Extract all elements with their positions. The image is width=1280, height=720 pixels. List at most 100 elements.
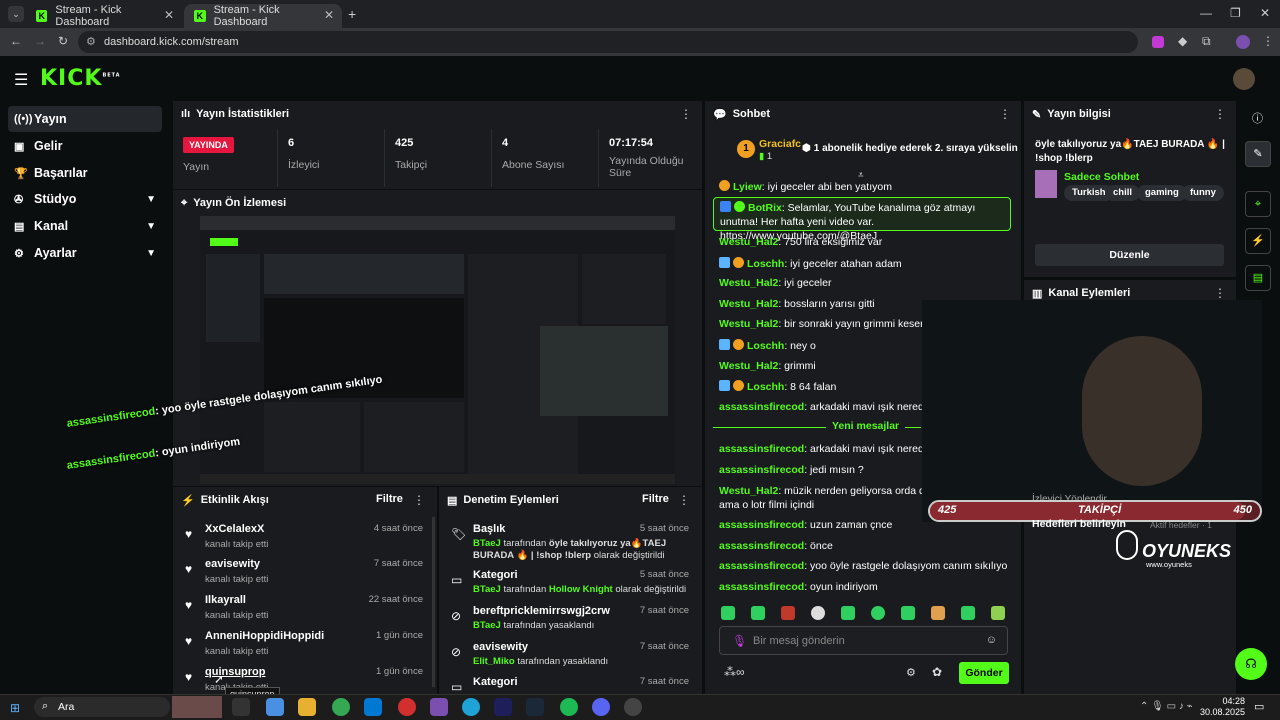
preview-toggle-icon[interactable]: ⌖	[1245, 191, 1271, 217]
back-icon[interactable]: ←	[10, 34, 22, 48]
tag-chip[interactable]: chill	[1105, 185, 1141, 201]
emote-9-icon[interactable]	[961, 606, 975, 620]
extension-2-icon[interactable]: ◆	[1178, 34, 1187, 48]
emote-8-icon[interactable]	[931, 606, 945, 620]
chat-user[interactable]: assassinsfirecod	[719, 581, 804, 593]
extension-icon[interactable]	[1152, 36, 1164, 48]
spotify-icon[interactable]	[560, 698, 578, 716]
taskview-icon[interactable]	[232, 698, 250, 716]
chat-user[interactable]: assassinsfirecod	[719, 464, 804, 476]
user-avatar[interactable]	[1233, 68, 1255, 90]
moderation-item[interactable]: ⊘ bereftpricklemirrswgj2crw 7 saat önce BTa…	[447, 605, 695, 639]
moderation-menu-icon[interactable]: ⋮	[678, 493, 690, 507]
stream-info-menu-icon[interactable]: ⋮	[1214, 107, 1226, 121]
activity-item[interactable]: ♥ AnneniHoppidiHoppidi kanalı takip etti 1 …	[181, 630, 429, 664]
notification-icon[interactable]: ▭	[1254, 700, 1264, 713]
sidebar-item-studyo[interactable]: ✇ Stüdyo ▼	[8, 186, 162, 212]
emote-5-icon[interactable]	[841, 606, 855, 620]
sidebar-item-basarilar[interactable]: 🏆 Başarılar	[8, 160, 162, 186]
chat-user[interactable]: assassinsfirecod	[719, 560, 804, 572]
edit-stream-info-button[interactable]: Düzenle	[1035, 244, 1224, 266]
site-info-icon[interactable]: ⚙	[86, 31, 96, 53]
taskbar-widget[interactable]	[172, 696, 222, 718]
chat-user[interactable]: Westu_Hal2	[719, 236, 778, 248]
chat-settings-infinity-icon[interactable]: ⁂∞	[724, 665, 745, 679]
emote-1-icon[interactable]	[721, 606, 735, 620]
close-tab-icon[interactable]: ✕	[324, 8, 334, 22]
opera-icon[interactable]	[398, 698, 416, 716]
close-window-icon[interactable]: ✕	[1260, 6, 1270, 20]
hamburger-menu-icon[interactable]: ☰	[14, 70, 28, 90]
chat-user[interactable]: Lyiew	[733, 181, 762, 193]
chat-user[interactable]: BotRix	[748, 202, 782, 214]
chat-settings-gear-icon[interactable]: ⚙	[906, 666, 916, 679]
emote-3-icon[interactable]	[781, 606, 795, 620]
activity-item[interactable]: ♥ XxCelalexX kanalı takip etti 4 saat önce	[181, 523, 429, 557]
sidebar-item-ayarlar[interactable]: ⚙ Ayarlar ▼	[8, 240, 162, 266]
chat-user[interactable]: Westu_Hal2	[719, 277, 778, 289]
chat-user[interactable]: Loschh	[747, 381, 784, 393]
maximize-icon[interactable]: ❐	[1230, 6, 1241, 20]
minimize-icon[interactable]: —	[1200, 6, 1212, 20]
chat-user[interactable]: assassinsfirecod	[719, 519, 804, 531]
app-icon-1[interactable]	[266, 698, 284, 716]
emote-7-icon[interactable]	[901, 606, 915, 620]
send-button[interactable]: Gönder	[959, 662, 1009, 684]
tag-chip[interactable]: gaming	[1137, 185, 1187, 201]
activity-toggle-icon[interactable]: ⚡	[1245, 228, 1271, 254]
tag-chip[interactable]: funny	[1182, 185, 1224, 201]
taskbar-search[interactable]: ⌕ Ara	[34, 697, 170, 717]
premiere-icon[interactable]	[494, 698, 512, 716]
reload-icon[interactable]: ↻	[58, 34, 68, 48]
kick-logo[interactable]: KICKBETA	[40, 66, 121, 91]
sidebar-item-kanal[interactable]: ▤ Kanal ▼	[8, 213, 162, 239]
info-icon[interactable]: ⓘ	[1252, 110, 1263, 126]
activity-filter-button[interactable]: Filtre	[376, 493, 403, 505]
sidebar-item-yayin[interactable]: ((•)) Yayın	[8, 106, 162, 132]
chat-user[interactable]: assassinsfirecod	[719, 443, 804, 455]
outlook-icon[interactable]	[364, 698, 382, 716]
tray-icons[interactable]: ⌃ 🎙 ▭ ♪ ⌁	[1140, 701, 1193, 712]
url-field[interactable]: ⚙ dashboard.kick.com/stream	[78, 31, 1138, 53]
chat-user[interactable]: Westu_Hal2	[719, 298, 778, 310]
tab-search-icon[interactable]: ⌄	[8, 6, 24, 22]
chrome-icon[interactable]	[332, 698, 350, 716]
chat-user[interactable]: Westu_Hal2	[719, 485, 778, 497]
discord-icon[interactable]	[592, 698, 610, 716]
support-chat-icon[interactable]: ☊	[1235, 648, 1267, 680]
moderation-filter-button[interactable]: Filtre	[642, 493, 669, 505]
activity-item[interactable]: ♥ Ilkayrall kanalı takip etti 22 saat önce	[181, 594, 429, 628]
new-tab-icon[interactable]: +	[348, 6, 356, 22]
stream-category[interactable]: Sadece Sohbet	[1064, 171, 1139, 183]
chat-menu-icon[interactable]: ⋮	[999, 107, 1011, 121]
extensions-puzzle-icon[interactable]: ⧉	[1202, 34, 1211, 49]
close-tab-icon[interactable]: ✕	[164, 8, 174, 22]
emote-4-icon[interactable]	[811, 606, 825, 620]
emoji-icon[interactable]: ☺	[986, 634, 997, 646]
moderation-item[interactable]: ⊘ eavisewity 7 saat önce Elit_Miko tarafınd…	[447, 641, 695, 675]
profile-avatar[interactable]	[1236, 35, 1250, 49]
chat-user[interactable]: assassinsfirecod	[719, 540, 804, 552]
moderation-item[interactable]: ▭ Kategori 7 saat önce	[447, 676, 695, 694]
chat-user[interactable]: Loschh	[747, 258, 784, 270]
stream-preview-video[interactable]	[200, 216, 675, 484]
stats-menu-icon[interactable]: ⋮	[680, 107, 692, 121]
activity-scrollbar[interactable]	[432, 517, 435, 687]
sidebar-item-gelir[interactable]: ▣ Gelir	[8, 133, 162, 159]
chat-user[interactable]: assassinsfirecod	[719, 401, 804, 413]
app-icon-2[interactable]	[430, 698, 448, 716]
forward-icon[interactable]: →	[34, 34, 46, 48]
edit-layout-icon[interactable]: ✎	[1245, 141, 1271, 167]
chat-input[interactable]: 🎙 Bir mesaj gönderin ☺	[719, 626, 1008, 655]
activity-item[interactable]: ♥ eavisewity kanalı takip etti 7 saat önce	[181, 558, 429, 592]
emote-6-icon[interactable]	[871, 606, 885, 620]
microphone-icon[interactable]: 🎙	[732, 634, 747, 648]
channel-actions-menu-icon[interactable]: ⋮	[1214, 286, 1226, 300]
chat-user[interactable]: Westu_Hal2	[719, 318, 778, 330]
browser-menu-icon[interactable]: ⋮	[1262, 34, 1274, 48]
file-explorer-icon[interactable]	[298, 698, 316, 716]
steam-icon[interactable]	[526, 698, 544, 716]
chat-user[interactable]: Loschh	[747, 340, 784, 352]
emote-2-icon[interactable]	[751, 606, 765, 620]
browser-tab-2[interactable]: K Stream - Kick Dashboard ✕	[184, 4, 342, 28]
